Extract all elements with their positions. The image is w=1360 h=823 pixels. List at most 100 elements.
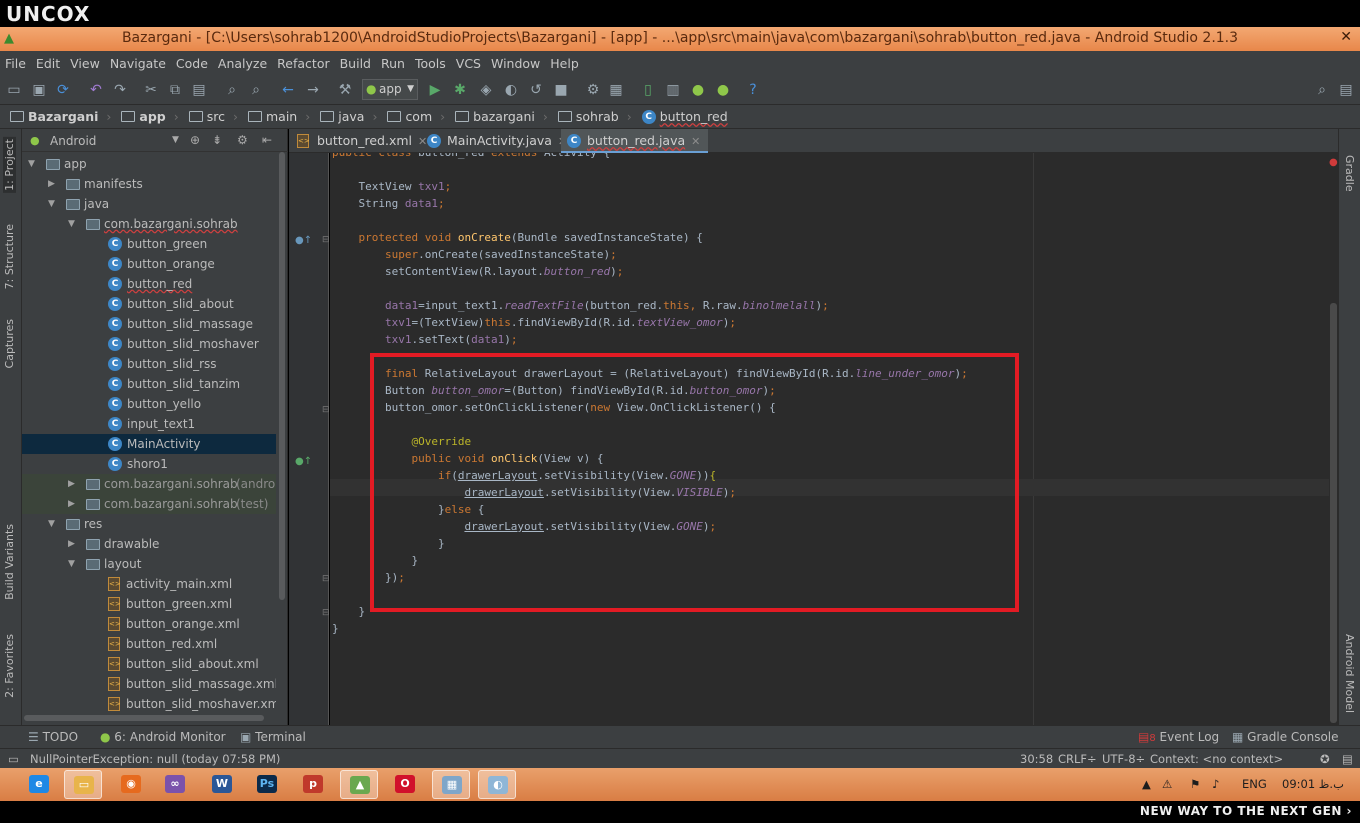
menu-help[interactable]: Help xyxy=(550,56,579,71)
taskbar-visual-studio[interactable]: ∞ xyxy=(156,770,194,799)
breadcrumb-src[interactable]: src › xyxy=(188,109,238,124)
forward-icon[interactable]: → xyxy=(305,82,321,98)
breadcrumb-app[interactable]: app › xyxy=(121,109,179,124)
status-message[interactable]: NullPointerException: null (today 07:58 … xyxy=(30,752,280,766)
notifications-icon[interactable]: ▤ xyxy=(1342,752,1353,766)
code-line[interactable]: TextView txv1; xyxy=(332,178,451,195)
tree-item[interactable]: C MainActivity xyxy=(22,434,276,454)
find-icon[interactable]: ⌕ xyxy=(224,82,240,98)
code-line[interactable]: protected void onCreate(Bundle savedInst… xyxy=(332,229,702,246)
expand-arrow-icon[interactable]: ▼ xyxy=(68,214,78,234)
collapse-arrow-icon[interactable]: ▶ xyxy=(68,474,78,494)
collapse-arrow-icon[interactable]: ▶ xyxy=(48,174,58,194)
tool-tab-android-model[interactable]: Android Model xyxy=(1343,634,1356,713)
run-icon[interactable]: ▶ xyxy=(427,82,443,98)
code-line[interactable]: data1=input_text1.readTextFile(button_re… xyxy=(332,297,829,314)
editor-vertical-scrollbar[interactable]: ● xyxy=(1329,153,1338,725)
tree-item[interactable]: ▼ layout xyxy=(22,554,276,574)
scrollbar-thumb[interactable] xyxy=(1330,303,1337,723)
tree-item[interactable]: ▼ res xyxy=(22,514,276,534)
tree-item[interactable]: ▶ com.bazargani.sohrab(androidT xyxy=(22,474,276,494)
editor-tab[interactable]: Cbutton_red.java ✕ xyxy=(561,129,709,153)
android-icon[interactable]: ● xyxy=(715,82,731,98)
tree-item[interactable]: Cbutton_slid_massage xyxy=(22,314,276,334)
file-encoding[interactable]: UTF-8÷ xyxy=(1102,752,1145,766)
expand-arrow-icon[interactable]: ▼ xyxy=(48,194,58,214)
tree-item[interactable]: <> button_red.xml xyxy=(22,634,276,654)
breadcrumb-button-red[interactable]: Cbutton_red xyxy=(641,109,728,124)
sdk-manager-icon[interactable]: ▥ xyxy=(665,82,681,98)
tree-item[interactable]: Cbutton_red xyxy=(22,274,276,294)
tree-item[interactable]: Cinput_text1 xyxy=(22,414,276,434)
tool-tab-captures[interactable]: Captures xyxy=(3,319,16,368)
search-everywhere-icon[interactable]: ⌕ xyxy=(1314,82,1330,98)
project-vertical-scrollbar[interactable] xyxy=(278,152,286,712)
menu-refactor[interactable]: Refactor xyxy=(277,56,329,71)
taskbar-app-p[interactable]: p xyxy=(294,770,332,799)
code-line[interactable]: super.onCreate(savedInstanceState); xyxy=(332,246,617,263)
caret-position[interactable]: 30:58 xyxy=(1020,752,1053,766)
gradle-console-tab[interactable]: ▦ Gradle Console xyxy=(1232,730,1339,744)
breadcrumb-main[interactable]: main › xyxy=(248,109,310,124)
tree-item[interactable]: ▶ manifests xyxy=(22,174,276,194)
editor-tab[interactable]: <> button_red.xml ✕ xyxy=(291,129,435,153)
tree-item[interactable]: Cbutton_green xyxy=(22,234,276,254)
line-separator[interactable]: CRLF÷ xyxy=(1058,752,1097,766)
avd-manager-icon[interactable]: ▯ xyxy=(640,82,656,98)
taskbar-word[interactable]: W xyxy=(203,770,241,799)
taskbar-network[interactable]: ▦ xyxy=(432,770,470,799)
debug-icon[interactable]: ✱ xyxy=(452,82,468,98)
tree-item[interactable]: <> button_slid_massage.xml xyxy=(22,674,276,694)
fold-marker-icon[interactable]: ⊟ xyxy=(322,574,330,584)
tree-item[interactable]: ▶ com.bazargani.sohrab (test) xyxy=(22,494,276,514)
expand-arrow-icon[interactable]: ▼ xyxy=(28,154,38,174)
taskbar-photoshop[interactable]: Ps xyxy=(248,770,286,799)
code-line[interactable]: } xyxy=(332,603,365,620)
scrollbar-thumb[interactable] xyxy=(24,715,264,721)
close-tab-icon[interactable]: ✕ xyxy=(691,135,700,148)
tree-item[interactable]: ▼ com.bazargani.sohrab xyxy=(22,214,276,234)
tree-item[interactable]: <> button_slid_moshaver.xml xyxy=(22,694,276,712)
tree-item[interactable]: Cbutton_slid_about xyxy=(22,294,276,314)
menu-tools[interactable]: Tools xyxy=(415,56,446,71)
menu-code[interactable]: Code xyxy=(176,56,208,71)
close-window-icon[interactable]: ✕ xyxy=(1340,29,1352,45)
open-folder-icon[interactable]: ▭ xyxy=(6,82,22,98)
code-line[interactable]: txv1=(TextView)this.findViewById(R.id.te… xyxy=(332,314,736,331)
menu-vcs[interactable]: VCS xyxy=(456,56,481,71)
menu-navigate[interactable]: Navigate xyxy=(110,56,166,71)
taskbar-firefox[interactable]: ◉ xyxy=(112,770,150,799)
status-toggle-icon[interactable]: ▭ xyxy=(8,752,19,766)
chevron-down-icon[interactable]: ▼ xyxy=(172,135,179,145)
code-line[interactable]: } xyxy=(332,620,339,637)
breadcrumb-sohrab[interactable]: sohrab › xyxy=(557,109,632,124)
back-icon[interactable]: ← xyxy=(280,82,296,98)
breadcrumb-bazargani[interactable]: Bazargani › xyxy=(10,109,111,124)
menu-edit[interactable]: Edit xyxy=(36,56,60,71)
stop-icon[interactable]: ■ xyxy=(553,82,569,98)
tree-item[interactable]: ▼ java xyxy=(22,194,276,214)
taskbar-explorer[interactable]: ▭ xyxy=(64,770,102,799)
code-line[interactable]: String data1; xyxy=(332,195,444,212)
fold-marker-icon[interactable]: ⊟ xyxy=(322,608,330,618)
android-device-monitor-icon[interactable]: ● xyxy=(690,82,706,98)
tree-item[interactable]: <> button_green.xml xyxy=(22,594,276,614)
coverage-icon[interactable]: ◐ xyxy=(503,82,519,98)
breadcrumb-java[interactable]: java › xyxy=(320,109,377,124)
cut-icon[interactable]: ✂ xyxy=(143,82,159,98)
save-icon[interactable]: ▣ xyxy=(31,82,47,98)
taskbar-ie[interactable]: e xyxy=(20,770,58,799)
tree-item[interactable]: ▶ drawable xyxy=(22,534,276,554)
menu-file[interactable]: File xyxy=(5,56,26,71)
undo-icon[interactable]: ↶ xyxy=(88,82,104,98)
scrollbar-thumb[interactable] xyxy=(279,152,285,600)
tray-network-error-icon[interactable]: ⚠ xyxy=(1162,777,1172,791)
fold-marker-icon[interactable]: ⊟ xyxy=(322,235,330,245)
copy-icon[interactable]: ⧉ xyxy=(167,82,183,98)
menu-window[interactable]: Window xyxy=(491,56,540,71)
implements-marker-icon[interactable]: ●↑ xyxy=(295,456,312,467)
make-project-icon[interactable]: ⚒ xyxy=(337,82,353,98)
override-marker-icon[interactable]: ●↑ xyxy=(295,235,312,246)
system-clock[interactable]: 09:01 ب.ظ xyxy=(1282,777,1344,791)
breadcrumb-bazargani-pkg[interactable]: bazargani › xyxy=(455,109,548,124)
